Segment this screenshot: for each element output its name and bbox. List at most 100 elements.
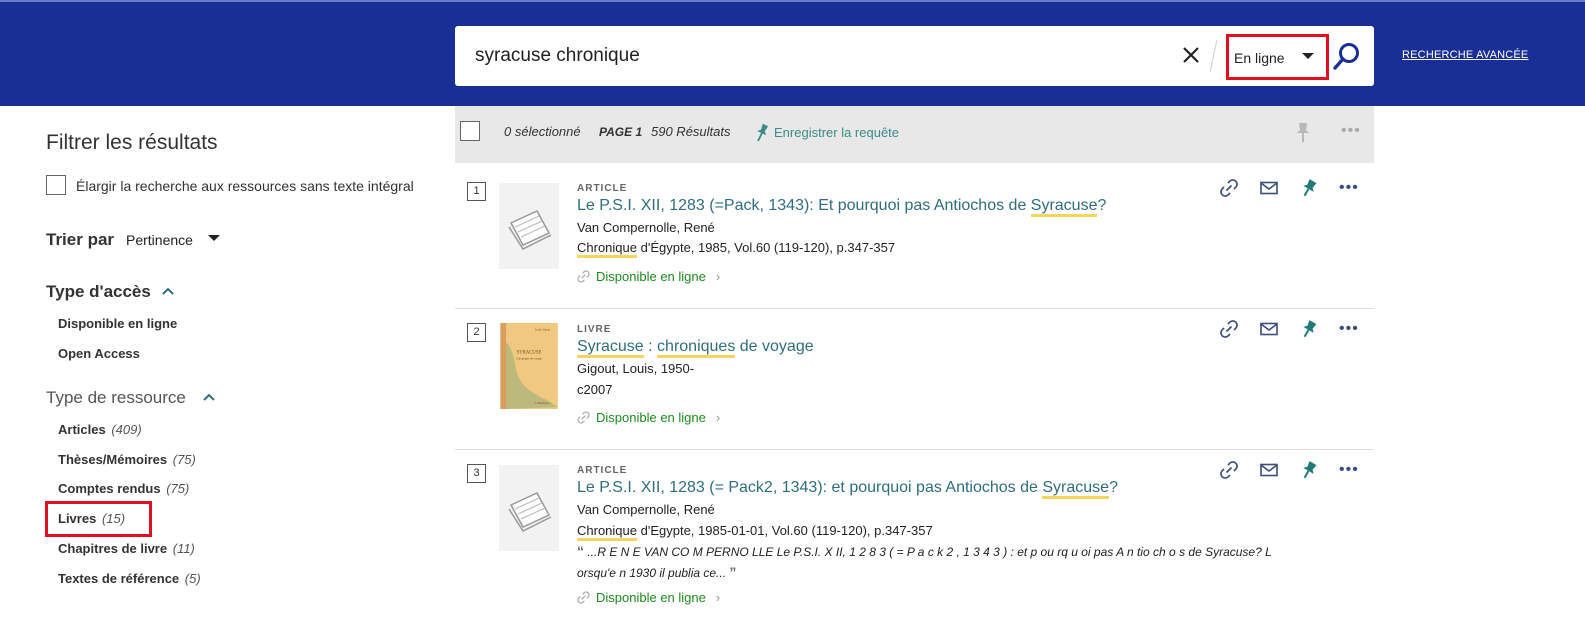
title-highlight: Syracuse: [577, 338, 644, 358]
title-highlight: chroniques: [657, 338, 736, 358]
result-actions: •••: [1219, 460, 1359, 480]
result-actions: •••: [1219, 319, 1359, 339]
source-text: d'Egypte, 1985-01-01, Vol.60 (119-120), …: [637, 523, 933, 538]
search-icon[interactable]: [1330, 40, 1364, 74]
facet-item-reference-texts[interactable]: Textes de référence (5): [58, 571, 201, 586]
close-quote-icon: ”: [729, 564, 737, 580]
link-icon: [577, 411, 590, 424]
pin-icon[interactable]: [1299, 178, 1319, 198]
facet-item-articles[interactable]: Articles (409): [58, 422, 142, 437]
result-snippet: “ ...R E N E VAN CO M PERNO LLE Le P.S.I…: [577, 541, 1297, 583]
link-icon: [577, 270, 590, 283]
result-type: ARTICLE: [577, 465, 628, 476]
facet-item-count: (75): [166, 481, 190, 496]
scope-select[interactable]: En ligne: [1226, 34, 1329, 80]
source-text: d'Égypte, 1985, Vol.60 (119-120), p.347-…: [637, 240, 896, 255]
selected-count: 0 sélectionné: [504, 124, 581, 139]
more-options-icon[interactable]: •••: [1339, 321, 1359, 337]
result-type: ARTICLE: [577, 183, 628, 194]
result-item[interactable]: 3 ARTICLE Le P.S.I. XII, 1283 (= Pack2, …: [455, 450, 1374, 621]
pin-icon[interactable]: [1299, 460, 1319, 480]
book-cover-image: SYRACUSE Chroniques de voyage Louis Gigo…: [500, 323, 558, 409]
title-text: ?: [1109, 479, 1118, 496]
chevron-up-icon[interactable]: [161, 286, 175, 296]
facet-item-available-online[interactable]: Disponible en ligne: [58, 316, 177, 331]
pin-icon[interactable]: [1295, 120, 1311, 144]
facet-item-label: Comptes rendus: [58, 481, 161, 496]
permalink-icon[interactable]: [1219, 319, 1239, 339]
advanced-search-link[interactable]: RECHERCHE AVANCÉE: [1402, 49, 1528, 61]
availability-link[interactable]: Disponible en ligne ›: [577, 590, 720, 605]
chevron-right-icon: ›: [715, 590, 721, 605]
result-number: 1: [467, 182, 486, 201]
facet-item-count: (409): [111, 422, 142, 437]
title-text: ?: [1097, 197, 1107, 214]
open-quote-icon: “: [577, 543, 584, 559]
results-count: 590 Résultats: [651, 124, 731, 139]
top-header: syracuse chronique En ligne RECHERCHE AV…: [0, 0, 1585, 106]
facet-item-theses[interactable]: Thèses/Mémoires (75): [58, 452, 196, 467]
facet-item-count: (11): [172, 541, 195, 556]
title-text: Le P.S.I. XII, 1283 (=Pack, 1343): Et po…: [577, 197, 1031, 214]
title-text: de voyage: [735, 338, 814, 355]
sort-select[interactable]: Pertinence: [126, 232, 193, 248]
more-options-icon[interactable]: •••: [1339, 462, 1359, 478]
cover-author: Louis Gigout: [535, 328, 550, 332]
cover-title: SYRACUSE: [517, 351, 542, 356]
result-source: Chronique d'Égypte, 1985, Vol.60 (119-12…: [577, 240, 896, 258]
result-item[interactable]: 1 ARTICLE Le P.S.I. XII, 1283 (=Pack, 13…: [455, 163, 1374, 309]
chevron-up-icon[interactable]: [202, 392, 216, 402]
save-query-label: Enregistrer la requête: [774, 124, 900, 140]
permalink-icon[interactable]: [1219, 178, 1239, 198]
facet-item-count: (5): [184, 571, 201, 586]
permalink-icon[interactable]: [1219, 460, 1239, 480]
search-input[interactable]: syracuse chronique: [475, 45, 640, 67]
email-icon[interactable]: [1259, 460, 1279, 480]
availability-link[interactable]: Disponible en ligne ›: [577, 410, 720, 425]
cover-publisher: L'Harmattan: [535, 401, 550, 405]
filters-title: Filtrer les résultats: [46, 131, 218, 154]
facet-title-access-type[interactable]: Type d'accès: [46, 282, 151, 302]
email-icon[interactable]: [1259, 178, 1279, 198]
result-date: c2007: [577, 382, 613, 397]
cover-subtitle: Chroniques de voyage: [516, 356, 542, 360]
result-title-link[interactable]: Syracuse : chroniques de voyage: [577, 338, 814, 358]
article-thumbnail-icon: [499, 465, 559, 551]
facet-item-open-access[interactable]: Open Access: [58, 346, 140, 361]
email-icon[interactable]: [1259, 319, 1279, 339]
result-author: Gigout, Louis, 1950-: [577, 361, 695, 376]
page-indicator: PAGE 1: [599, 125, 643, 139]
expand-search-checkbox[interactable]: [46, 175, 66, 195]
more-options-icon[interactable]: •••: [1341, 122, 1361, 140]
title-highlight: Syracuse: [1042, 479, 1110, 499]
more-options-icon[interactable]: •••: [1339, 180, 1359, 196]
facet-item-reviews[interactable]: Comptes rendus (75): [58, 481, 189, 496]
pin-icon: [757, 123, 769, 142]
facet-item-book-chapters[interactable]: Chapitres de livre (11): [58, 541, 195, 556]
snippet-text: ...R E N E VAN CO M PERNO LLE Le P.S.I. …: [577, 545, 1272, 580]
title-highlight: Syracuse: [1030, 197, 1098, 217]
scope-value: En ligne: [1234, 50, 1285, 66]
source-highlight: Chronique: [577, 240, 637, 258]
source-highlight: Chronique: [577, 523, 637, 541]
result-item[interactable]: 2 SYRACUSE Chroniques de voyage Louis Gi…: [455, 309, 1374, 450]
title-text: :: [643, 338, 658, 355]
chevron-right-icon: ›: [715, 269, 721, 284]
result-title-link[interactable]: Le P.S.I. XII, 1283 (= Pack2, 1343): et …: [577, 479, 1118, 499]
facet-title-resource-type[interactable]: Type de ressource: [46, 388, 186, 408]
chevron-right-icon: ›: [715, 410, 721, 425]
pin-icon[interactable]: [1299, 319, 1319, 339]
highlight-box: [45, 501, 152, 537]
result-title-link[interactable]: Le P.S.I. XII, 1283 (=Pack, 1343): Et po…: [577, 197, 1107, 217]
result-author: Van Compernolle, René: [577, 220, 715, 235]
caret-down-icon[interactable]: [208, 235, 220, 241]
select-all-checkbox[interactable]: [460, 121, 480, 141]
save-query-button[interactable]: Enregistrer la requête: [753, 120, 899, 144]
result-actions: •••: [1219, 178, 1359, 198]
result-source: Chronique d'Egypte, 1985-01-01, Vol.60 (…: [577, 523, 933, 541]
result-type: LIVRE: [577, 324, 612, 335]
availability-link[interactable]: Disponible en ligne ›: [577, 269, 720, 284]
link-icon: [577, 591, 590, 604]
search-box: syracuse chronique En ligne: [455, 26, 1374, 86]
clear-icon[interactable]: [1177, 40, 1205, 70]
